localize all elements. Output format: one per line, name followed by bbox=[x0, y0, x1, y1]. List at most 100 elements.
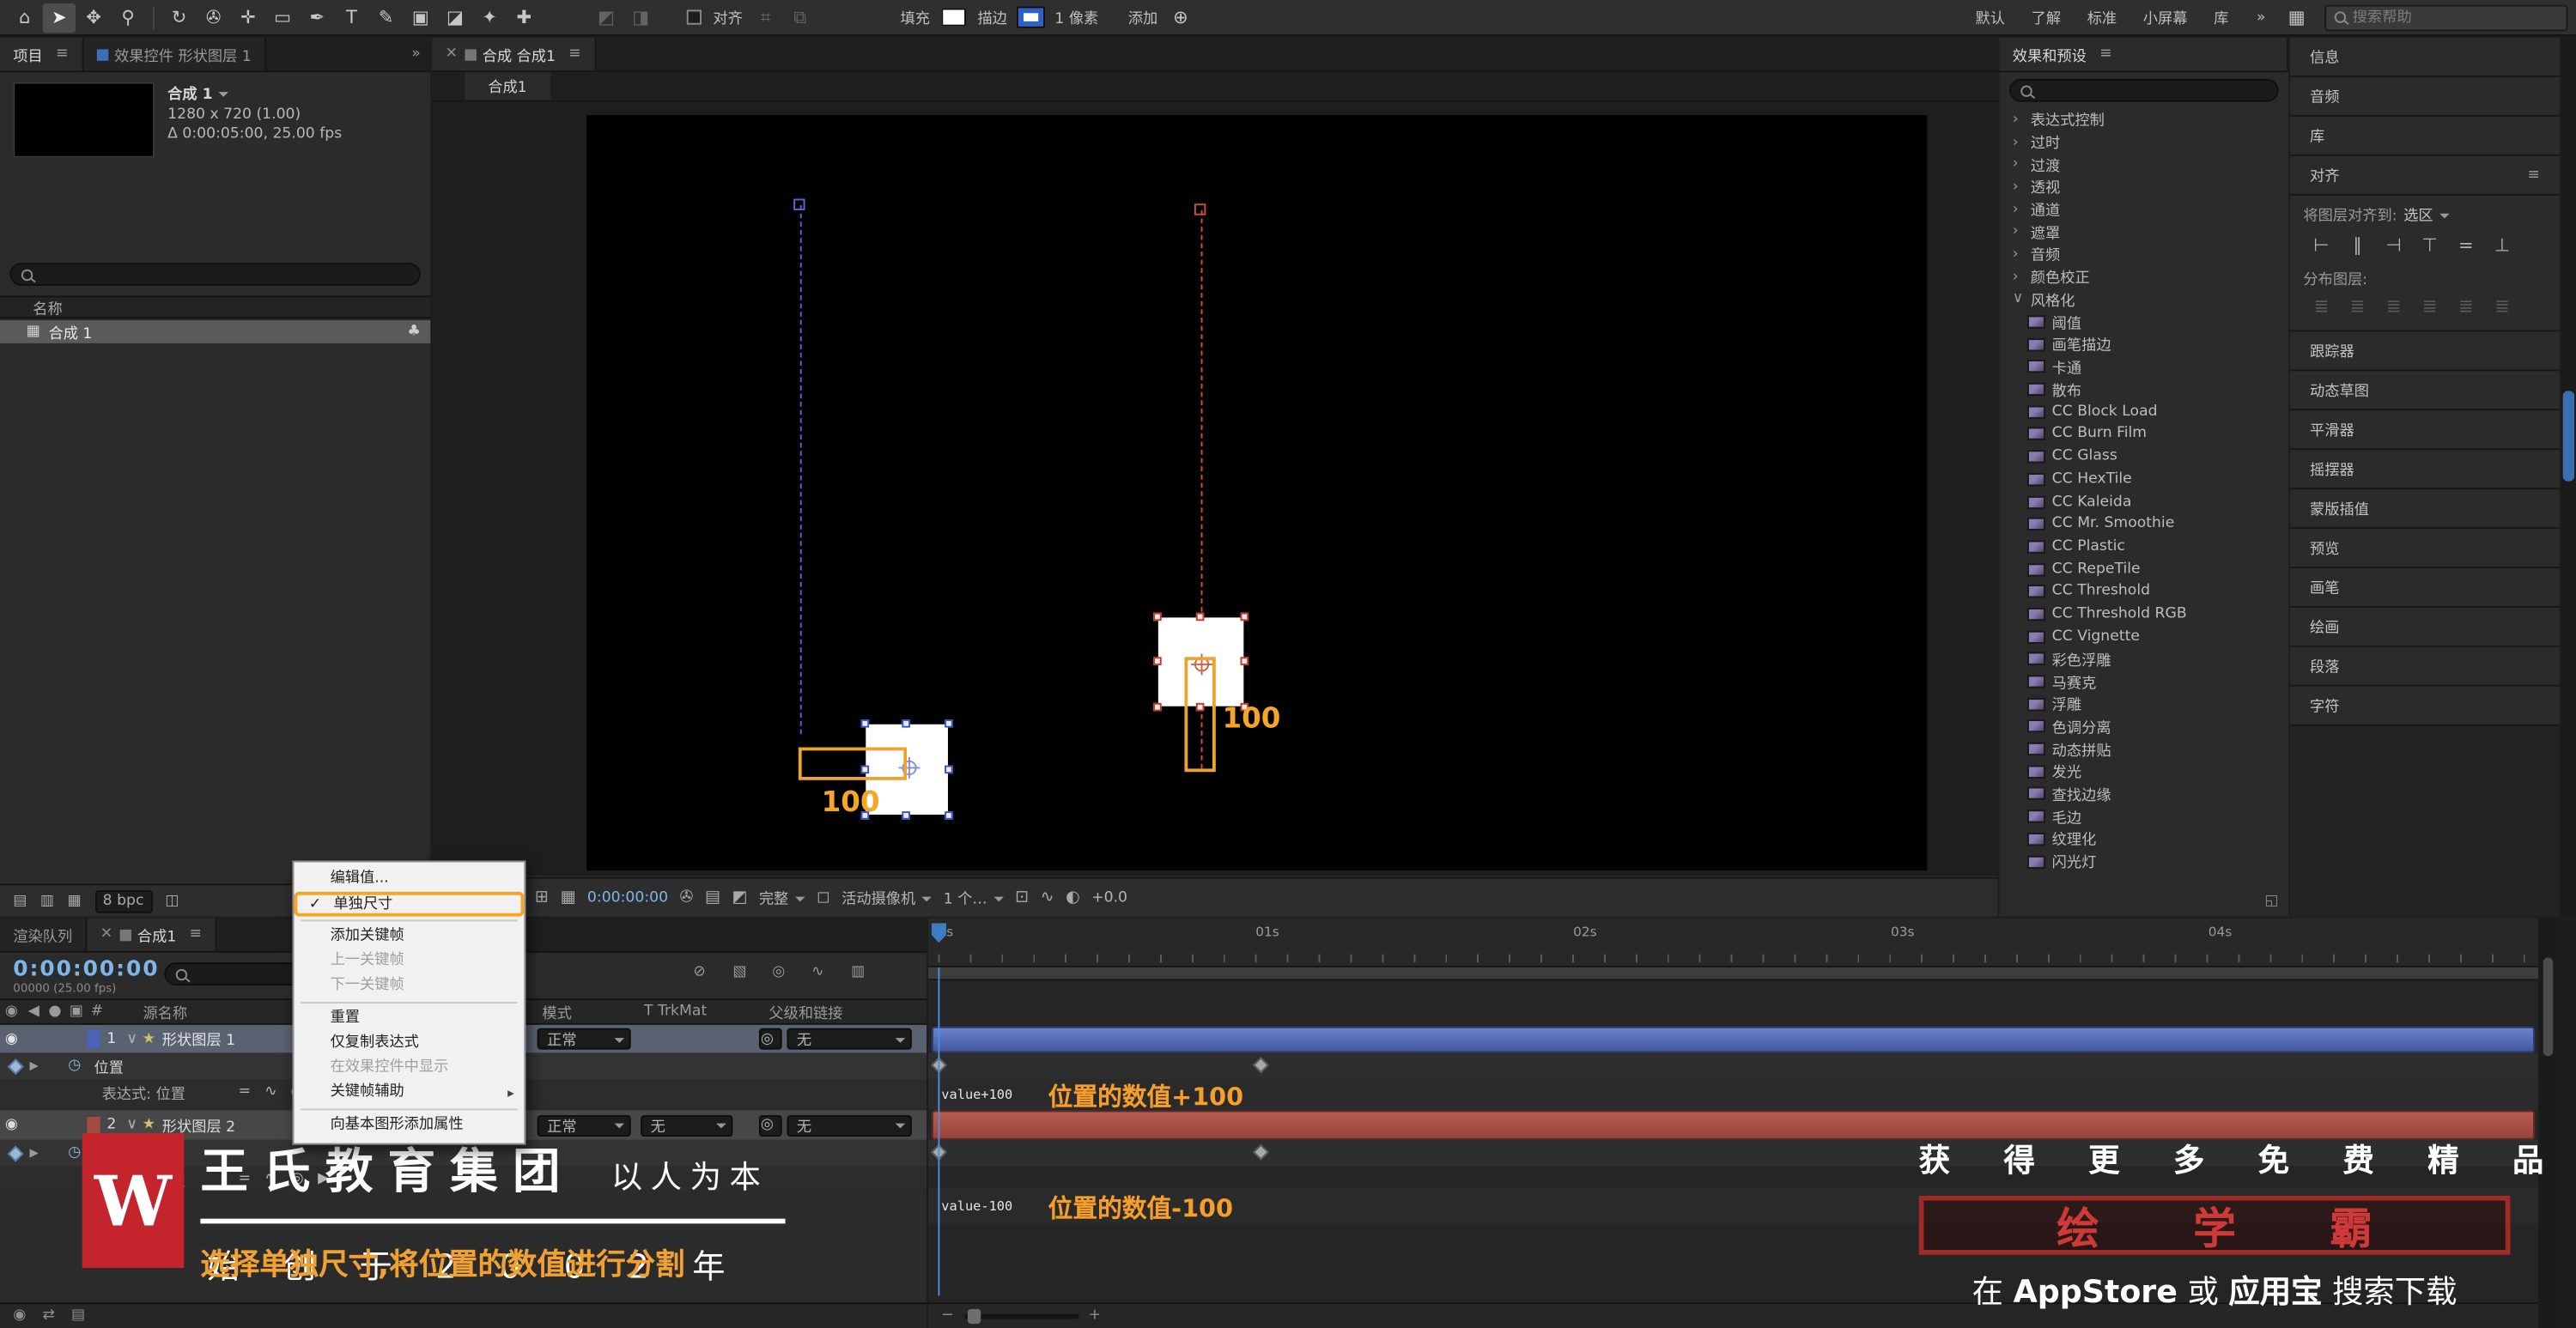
help-search-input[interactable] bbox=[2353, 9, 2558, 26]
effect-item[interactable]: 散布 bbox=[1999, 379, 2288, 401]
collapsed-panel-header[interactable]: 跟踪器 bbox=[2290, 331, 2560, 371]
timeline-search-box[interactable] bbox=[164, 962, 306, 985]
render-time-icon[interactable]: ◉ bbox=[13, 1307, 26, 1324]
panel-menu-icon[interactable]: ≡ bbox=[2099, 46, 2111, 63]
collapsed-panel-header[interactable]: 画笔 bbox=[2290, 568, 2560, 608]
effect-item[interactable]: CC Vignette bbox=[1999, 626, 2288, 648]
label-color-chip[interactable] bbox=[87, 1030, 100, 1048]
resolution-dropdown[interactable]: 完整 bbox=[759, 887, 805, 908]
comp-name[interactable]: 合成 1 bbox=[167, 87, 212, 103]
expression-code[interactable]: value-100 bbox=[941, 1199, 1012, 1214]
new-composition-icon[interactable]: ▦ bbox=[68, 893, 82, 909]
snap-option-icon[interactable]: ⌗ bbox=[749, 3, 781, 32]
effect-category-expanded[interactable]: ∨ 风格化 bbox=[1999, 288, 2288, 311]
home-icon[interactable]: ⌂ bbox=[9, 3, 41, 32]
collapsed-panel-header[interactable]: 音频 bbox=[2290, 77, 2560, 117]
distribute-icon[interactable]: ≣ bbox=[2448, 295, 2484, 317]
parent-dropdown[interactable]: 无 bbox=[787, 1114, 911, 1136]
new-folder-icon[interactable]: ▥ bbox=[40, 893, 54, 909]
effect-item[interactable]: 查找边缘 bbox=[1999, 783, 2288, 805]
puppet-pin-tool-icon[interactable]: ✚ bbox=[507, 3, 540, 32]
effect-item[interactable]: CC Block Load bbox=[1999, 401, 2288, 423]
menu-item-keyframe-assistant[interactable]: 关键帧辅助 ▸ bbox=[294, 1081, 524, 1106]
twirl-icon[interactable]: › bbox=[2013, 112, 2024, 128]
twirl-icon[interactable]: › bbox=[2013, 156, 2024, 173]
project-search-input[interactable] bbox=[39, 266, 409, 282]
layer-1-duration-bar[interactable] bbox=[932, 1027, 2535, 1053]
distribute-icon[interactable]: ≣ bbox=[2339, 295, 2375, 317]
tab-render-queue[interactable]: 渲染队列 bbox=[0, 919, 87, 951]
add-label[interactable]: 添加 bbox=[1128, 7, 1157, 28]
timeline-scrollbar-thumb[interactable] bbox=[2543, 957, 2553, 1056]
effect-item[interactable]: 浮雕 bbox=[1999, 693, 2288, 715]
twirl-icon[interactable]: › bbox=[2013, 202, 2024, 218]
source-column-label[interactable]: 源名称 bbox=[143, 1001, 187, 1022]
align-panel-header[interactable]: 对齐 ≡ bbox=[2290, 156, 2560, 196]
effect-item[interactable]: 闪光灯 bbox=[1999, 850, 2288, 872]
keyframe-icon[interactable] bbox=[1253, 1057, 1269, 1073]
path-endpoint-red[interactable] bbox=[1194, 203, 1206, 215]
effect-item[interactable]: 纹理化 bbox=[1999, 828, 2288, 850]
panel-menu-icon[interactable]: ≡ bbox=[568, 46, 580, 63]
align-icon[interactable]: = bbox=[2448, 235, 2484, 257]
stroke-label[interactable]: 描边 bbox=[977, 7, 1006, 28]
tab-timeline-comp1[interactable]: ✕ 合成1 ≡ bbox=[87, 919, 216, 951]
view-layout-dropdown[interactable]: 1 个… bbox=[944, 887, 1004, 908]
pen-tool-icon[interactable]: ✒ bbox=[301, 3, 333, 32]
menu-item-edit-value[interactable]: 编辑值... bbox=[294, 867, 524, 892]
effect-item[interactable]: 彩色浮雕 bbox=[1999, 648, 2288, 670]
distribute-icon[interactable]: ≣ bbox=[2376, 295, 2412, 317]
next-keyframe-icon[interactable]: ▶ bbox=[29, 1059, 38, 1072]
trash-icon[interactable]: ◫ bbox=[165, 893, 179, 909]
collapsed-panel-header[interactable]: 平滑器 bbox=[2290, 410, 2560, 450]
distribute-icon[interactable]: ≣ bbox=[2412, 295, 2448, 317]
twirl-icon[interactable]: › bbox=[2013, 224, 2024, 240]
twirl-open-icon[interactable]: ∨ bbox=[126, 1117, 137, 1133]
stroke-width[interactable]: 1 像素 bbox=[1054, 7, 1098, 28]
effect-item[interactable]: 毛边 bbox=[1999, 805, 2288, 828]
menu-item-add-keyframe[interactable]: 添加关键帧 bbox=[294, 925, 524, 949]
close-icon[interactable]: ✕ bbox=[445, 46, 457, 63]
fast-preview-icon[interactable]: ∿ bbox=[1041, 888, 1054, 907]
collapsed-panel-header[interactable]: 蒙版插值 bbox=[2290, 489, 2560, 529]
workspace-overflow-icon[interactable]: » bbox=[2257, 9, 2266, 26]
effect-item[interactable]: CC Mr. Smoothie bbox=[1999, 513, 2288, 536]
fill-swatch[interactable] bbox=[941, 9, 966, 27]
align-icon[interactable]: ⊤ bbox=[2412, 235, 2448, 257]
exposure-value[interactable]: +0.0 bbox=[1091, 889, 1127, 906]
layer-1-expression-track[interactable]: value+100 位置的数值+100 bbox=[928, 1079, 2538, 1110]
project-item-comp1[interactable]: ▦ 合成 1 ♣ bbox=[0, 320, 430, 343]
effect-item[interactable]: 马赛克 bbox=[1999, 670, 2288, 693]
effect-item[interactable]: CC Threshold RGB bbox=[1999, 603, 2288, 625]
menu-item-separate-dimensions[interactable]: ✓ 单独尺寸 bbox=[294, 892, 524, 917]
brush-tool-icon[interactable]: ✎ bbox=[369, 3, 402, 32]
zoom-tool-icon[interactable]: ⚲ bbox=[112, 3, 144, 32]
mask-toggle-icon[interactable]: ▦ bbox=[560, 888, 575, 907]
eraser-tool-icon[interactable]: ◪ bbox=[439, 3, 471, 32]
comp-viewer-tab[interactable]: 合成1 bbox=[465, 72, 550, 100]
collapsed-panel-header[interactable]: 摇摆器 bbox=[2290, 450, 2560, 489]
viewer-canvas[interactable]: 100 100 bbox=[432, 102, 1997, 876]
workspace-tab[interactable]: 小屏幕 bbox=[2143, 7, 2188, 28]
exposure-icon[interactable]: ◐ bbox=[1066, 888, 1080, 907]
effect-category[interactable]: › 通道 bbox=[1999, 198, 2288, 221]
grid-options-icon[interactable]: ⊞ bbox=[535, 888, 549, 907]
channels-icon[interactable]: ◩ bbox=[732, 888, 747, 907]
effect-category[interactable]: › 表达式控制 bbox=[1999, 108, 2288, 130]
viewer-timecode[interactable]: 0:00:00:00 bbox=[587, 889, 668, 906]
panel-resize-icon[interactable]: ◱ bbox=[2264, 894, 2278, 910]
camera-dropdown[interactable]: 活动摄像机 bbox=[841, 887, 932, 908]
toggle-switches-icon[interactable]: ⇄ bbox=[42, 1307, 54, 1324]
snap-option2-icon[interactable]: ⧉ bbox=[784, 3, 817, 32]
layer-1-keyframe-row[interactable] bbox=[928, 1052, 2538, 1079]
tab-effect-controls[interactable]: 效果控件 形状图层 1 bbox=[83, 38, 266, 70]
blend-mode-dropdown[interactable]: 正常 bbox=[538, 1028, 631, 1050]
keyframe-icon[interactable] bbox=[1253, 1144, 1269, 1161]
keyframe-nav-icon[interactable] bbox=[8, 1145, 24, 1161]
effect-item[interactable]: CC Threshold bbox=[1999, 580, 2288, 603]
interpret-footage-icon[interactable]: ▤ bbox=[13, 893, 27, 909]
effect-item[interactable]: CC Burn Film bbox=[1999, 423, 2288, 446]
bit-depth-button[interactable]: 8 bpc bbox=[94, 889, 152, 913]
distribute-icon[interactable]: ≣ bbox=[2484, 295, 2520, 317]
workspace-tab[interactable]: 库 bbox=[2214, 7, 2228, 28]
